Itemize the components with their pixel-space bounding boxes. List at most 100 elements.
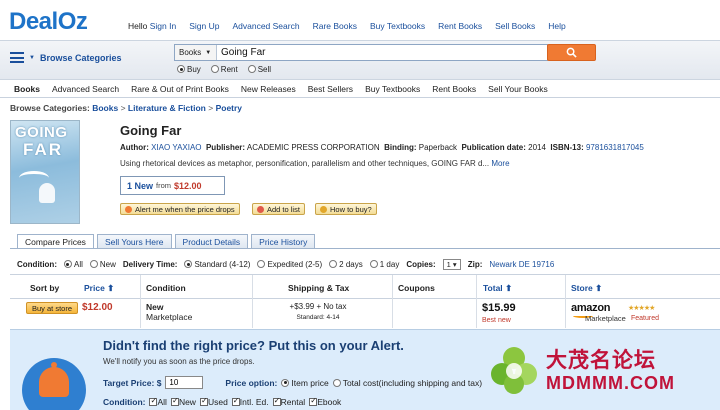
search-button[interactable] [547,44,596,61]
target-price-input[interactable] [165,376,204,389]
radio-icon [247,65,256,73]
book-cover-image[interactable]: GOING FAR [10,120,80,224]
dealoz-logo[interactable]: DealOz [9,7,88,37]
condition-sub: Marketplace [146,312,193,322]
help-link[interactable]: Help [548,21,565,31]
radio-icon [332,378,341,387]
price-alert-button[interactable]: Alert me when the price drops [120,203,240,215]
search-category-value: Books [179,48,202,57]
condition-new-radio[interactable]: New [89,260,116,269]
column-divider [392,275,393,328]
more-link[interactable]: More [491,159,509,168]
subnav-best-sellers[interactable]: Best Sellers [308,84,353,94]
add-to-list-button[interactable]: Add to list [252,203,305,215]
sign-up-link[interactable]: Sign Up [189,21,219,31]
tab-divider [10,248,720,249]
offer-filters: Condition: All New Delivery Time: Standa… [17,259,554,270]
alert-new-checkbox[interactable]: New [170,396,196,407]
header-store[interactable]: Store ⬆ [571,283,602,294]
offer-condition: New Marketplace [146,302,192,322]
how-to-buy-button[interactable]: How to buy? [315,203,377,215]
new-offers-box[interactable]: 1 New from $12.00 [120,176,225,195]
rare-books-link[interactable]: Rare Books [313,21,357,31]
subnav-rare-books[interactable]: Rare & Out of Print Books [131,84,229,94]
alert-condition-label: Condition: [103,397,146,407]
target-price-label: Target Price: $ [103,377,162,388]
tab-sell-yours-here[interactable]: Sell Yours Here [96,234,172,248]
radio-icon [329,260,338,268]
logo-deal: Deal [9,8,58,35]
book-title: Going Far [120,123,182,138]
alert-used-checkbox[interactable]: Used [199,396,228,407]
subnav-books[interactable]: Books [14,84,40,94]
delivery-2days-radio[interactable]: 2 days [329,260,363,269]
column-divider [252,275,253,328]
header-shipping-tax: Shipping & Tax [288,283,350,293]
copies-select[interactable]: 1 ▾ [442,259,461,270]
checkbox-checked-icon [231,396,240,406]
isbn-value[interactable]: 9781631817045 [586,143,644,152]
alert-all-checkbox[interactable]: All [149,396,167,407]
browse-categories-button[interactable]: ▼ Browse Categories [10,52,121,63]
subnav-sell-your-books[interactable]: Sell Your Books [488,84,548,94]
breadcrumb: Browse Categories: Books > Literature & … [10,103,242,113]
author-link[interactable]: XIAO YAXIAO [151,143,201,152]
radio-icon [210,65,219,73]
breadcrumb-literature-fiction[interactable]: Literature & Fiction [128,103,206,113]
search-input[interactable] [217,45,547,60]
subnav-rent-books[interactable]: Rent Books [432,84,476,94]
sell-radio[interactable]: Sell [247,65,271,74]
sell-books-link[interactable]: Sell Books [495,21,535,31]
subnav-new-releases[interactable]: New Releases [241,84,296,94]
best-new-badge: Best new [482,317,511,324]
subnav-advanced-search[interactable]: Advanced Search [52,84,119,94]
tab-compare-prices[interactable]: Compare Prices [17,234,94,249]
delivery-standard-radio[interactable]: Standard (4-12) [184,260,250,269]
header-total[interactable]: Total ⬆ [483,283,512,294]
total-cost-radio[interactable]: Total cost(including shipping and tax) [332,378,482,388]
tab-product-details[interactable]: Product Details [174,234,249,248]
rent-books-link[interactable]: Rent Books [438,21,482,31]
tab-price-history[interactable]: Price History [251,234,316,248]
zip-link[interactable]: Newark DE 19716 [489,260,554,269]
alert-heading: Didn't find the right price? Put this on… [103,338,404,353]
buy-at-store-button[interactable]: Buy at store [26,302,78,314]
buy-radio[interactable]: Buy [177,65,201,74]
cart-icon [320,205,327,213]
delivery-expedited-radio[interactable]: Expedited (2-5) [257,260,322,269]
breadcrumb-label: Browse Categories: [10,103,90,113]
cover-title-line1: GOING [15,124,68,141]
header-condition: Condition [146,283,186,293]
bell-icon [125,205,132,213]
shipping-sub: Standard: 4-14 [296,314,340,321]
sort-arrow-icon: ⬆ [505,283,513,293]
cover-title-line2: FAR [23,140,63,159]
breadcrumb-books[interactable]: Books [92,103,118,113]
header-sort-by: Sort by [30,283,60,293]
subnav-buy-textbooks[interactable]: Buy Textbooks [365,84,420,94]
search-category-select[interactable]: Books ▼ [175,45,217,60]
offer-price: $12.00 [82,302,113,313]
book-description: Using rhetorical devices as metaphor, pe… [120,159,510,168]
buy-textbooks-link[interactable]: Buy Textbooks [370,21,425,31]
author-label: Author: [120,143,149,152]
rent-radio[interactable]: Rent [210,65,238,74]
breadcrumb-poetry[interactable]: Poetry [216,103,242,113]
alert-intl-checkbox[interactable]: Intl. Ed. [231,396,269,407]
chevron-down-icon: ▼ [205,49,212,56]
condition-all-radio[interactable]: All [63,260,83,269]
binding-value: Paperback [418,143,458,152]
amazon-logo[interactable]: amazon [571,302,610,314]
sign-in-link[interactable]: Sign In [150,21,176,31]
header-price[interactable]: Price ⬆ [84,283,114,294]
browse-categories-label: Browse Categories [39,52,122,63]
header-coupons: Coupons [398,283,435,293]
checkbox-checked-icon [199,396,208,406]
alert-rental-checkbox[interactable]: Rental [272,396,305,407]
delivery-1day-radio[interactable]: 1 day [369,260,399,269]
alert-ebook-checkbox[interactable]: Ebook [309,396,341,407]
alert-target-row: Target Price: $ Price option: Item price… [103,376,482,389]
item-price-radio[interactable]: Item price [281,378,329,388]
watermark-text: 大茂名论坛 [546,349,656,372]
advanced-search-link[interactable]: Advanced Search [232,21,299,31]
